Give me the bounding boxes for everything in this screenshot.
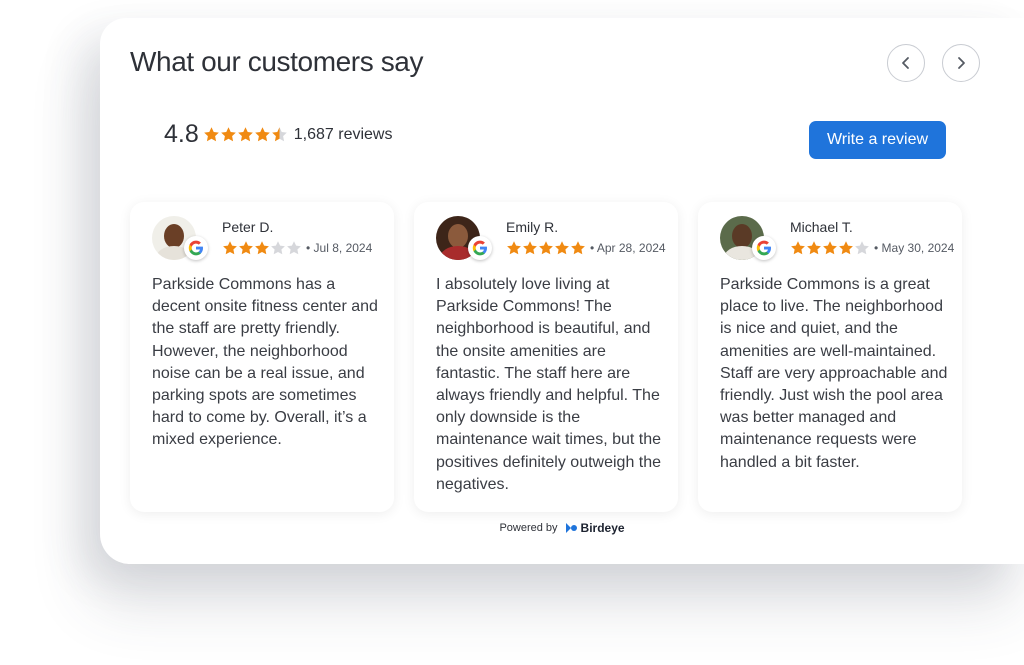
previous-button[interactable] xyxy=(887,44,925,82)
average-rating: 4.8 xyxy=(164,120,199,148)
brand-link[interactable]: Birdeye xyxy=(564,521,625,535)
powered-by-label: Powered by xyxy=(499,522,558,534)
chevron-right-icon xyxy=(958,57,965,69)
star-icon xyxy=(271,127,287,142)
review-count: 1,687 reviews xyxy=(293,125,393,143)
review-card: Emily R. • Apr 28, 2024 I absolutely lov… xyxy=(414,202,678,512)
review-card: Michael T. • May 30, 2024 Parkside Commo… xyxy=(698,202,962,512)
next-button[interactable] xyxy=(942,44,980,82)
review-date: • May 30, 2024 xyxy=(874,241,955,255)
powered-by: Powered by Birdeye xyxy=(100,521,1024,535)
star-icon xyxy=(839,241,853,255)
write-review-button[interactable]: Write a review xyxy=(809,121,946,159)
review-text: I absolutely love living at Parkside Com… xyxy=(436,276,662,493)
star-icon xyxy=(807,241,821,255)
rating-summary: 4.8 1,687 reviews xyxy=(164,120,392,149)
star-icon xyxy=(571,241,585,255)
review-card: Peter D. • Jul 8, 2024 Parkside Commons … xyxy=(130,202,394,512)
star-icon xyxy=(555,241,569,255)
star-icon xyxy=(223,241,237,255)
review-text: Parkside Commons has a decent onsite fit… xyxy=(152,276,378,449)
star-icon xyxy=(239,241,253,255)
review-text: Parkside Commons is a great place to liv… xyxy=(720,276,948,471)
star-icon xyxy=(823,241,837,255)
average-rating-stars xyxy=(203,126,288,143)
star-icon xyxy=(254,127,270,142)
reviewer-name: Michael T. xyxy=(790,219,853,235)
star-icon xyxy=(220,127,236,142)
star-icon xyxy=(539,241,553,255)
star-icon xyxy=(287,241,301,255)
reviewer-name: Peter D. xyxy=(222,219,274,235)
review-date: • Jul 8, 2024 xyxy=(306,241,373,255)
star-icon xyxy=(791,241,805,255)
brand-name: Birdeye xyxy=(580,521,625,535)
star-icon xyxy=(855,241,869,255)
reviews-widget: What our customers say 4.8 1,687 reviews… xyxy=(100,18,1024,564)
review-stars xyxy=(222,240,302,256)
reviewer-name: Emily R. xyxy=(506,219,559,235)
google-icon xyxy=(184,236,208,260)
star-icon xyxy=(255,241,269,255)
widget-title: What our customers say xyxy=(130,46,424,77)
chevron-left-icon xyxy=(902,57,909,69)
review-date: • Apr 28, 2024 xyxy=(590,241,666,255)
google-icon xyxy=(752,236,776,260)
birdeye-logo-icon xyxy=(565,523,577,533)
star-icon xyxy=(237,127,253,142)
google-icon xyxy=(468,236,492,260)
review-stars xyxy=(506,240,586,256)
review-stars xyxy=(790,240,870,256)
star-icon xyxy=(507,241,521,255)
star-icon xyxy=(203,127,219,142)
star-icon xyxy=(523,241,537,255)
star-icon xyxy=(271,241,285,255)
